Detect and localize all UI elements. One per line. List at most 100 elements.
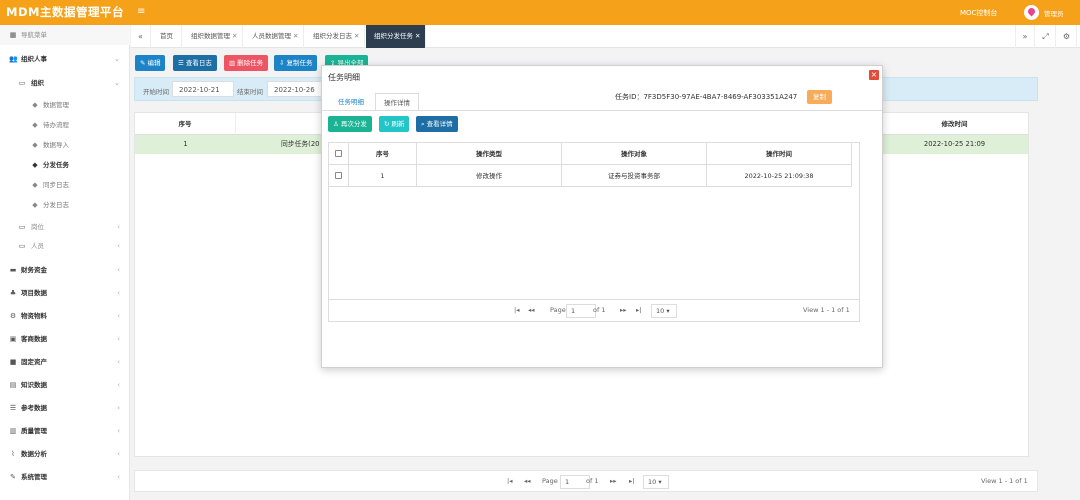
prev-page-icon[interactable]: ◂◂: [524, 477, 531, 485]
sidebar-item-fixed-asset[interactable]: ■ 固定资产 ‹: [0, 352, 130, 372]
row-checkbox[interactable]: [335, 172, 342, 179]
grid-icon: ▦: [9, 31, 17, 39]
page-input[interactable]: 1: [566, 304, 596, 318]
last-page-icon[interactable]: ▸|: [636, 306, 641, 314]
view-log-button[interactable]: ☰ 查看日志: [173, 55, 217, 71]
end-time-input[interactable]: 2022-10-26: [267, 81, 329, 97]
next-page-icon[interactable]: ▸▸: [610, 477, 617, 485]
page-size-select[interactable]: 10 ▾: [651, 304, 677, 318]
tab-task-detail[interactable]: 任务明细: [330, 93, 372, 111]
prev-page-icon[interactable]: ◂◂: [528, 306, 535, 314]
sidebar-item-finance[interactable]: ▬ 财务资金 ‹: [0, 260, 130, 280]
sidebar-item-data-import[interactable]: ◆ 数据导入: [0, 135, 130, 155]
copy-button[interactable]: 复制: [807, 90, 832, 104]
tab-org-dispatch-task[interactable]: 组织分发任务 ✕: [366, 25, 426, 48]
sidebar-item-pending-flow[interactable]: ◆ 待办流程: [0, 115, 130, 135]
chevron-left-icon: ‹: [117, 289, 120, 297]
tabs-next-icon[interactable]: »: [1015, 25, 1035, 48]
row-modified: 2022-10-25 21:09: [923, 140, 986, 148]
column-header-name: [236, 113, 322, 135]
book-icon: ▤: [9, 381, 17, 389]
refresh-icon: ↻: [384, 120, 390, 128]
chevron-left-icon: ‹: [117, 427, 120, 435]
sidebar-item-material[interactable]: ⚙ 物资物料 ‹: [0, 306, 130, 326]
row-select-cell: [329, 165, 349, 187]
page-size-select[interactable]: 10 ▾: [643, 475, 669, 489]
avatar[interactable]: [1024, 5, 1039, 20]
close-icon[interactable]: ✕: [415, 32, 420, 40]
sidebar-item-dispatch-task[interactable]: ◆ 分发任务: [0, 155, 130, 175]
search-icon: ⌕: [421, 120, 425, 128]
sidebar-item-post[interactable]: ▭ 岗位 ‹: [0, 217, 130, 237]
tag-icon: ◆: [32, 161, 38, 169]
column-header-op-time: 操作时间: [707, 143, 852, 165]
close-icon[interactable]: ✕: [293, 32, 298, 40]
view-detail-button[interactable]: ⌕ 查看详情: [416, 116, 458, 132]
select-all-checkbox[interactable]: [335, 150, 342, 157]
sidebar-item-knowledge[interactable]: ▤ 知识数据 ‹: [0, 375, 130, 395]
row-op-type: 修改操作: [417, 165, 562, 187]
folder-icon: ▭: [18, 223, 26, 231]
chevron-left-icon: ‹: [117, 266, 120, 274]
trash-icon: ▥: [229, 59, 236, 67]
sidebar-item-customer[interactable]: ▣ 客商数据 ‹: [0, 329, 130, 349]
last-page-icon[interactable]: ▸|: [629, 477, 634, 485]
start-time-input[interactable]: 2022-10-21: [172, 81, 234, 97]
first-page-icon[interactable]: |◂: [507, 477, 512, 485]
fullscreen-icon[interactable]: ⤢: [1036, 25, 1056, 48]
menu-toggle-icon[interactable]: ≡: [137, 6, 145, 17]
column-header-index: 序号: [349, 143, 417, 165]
task-detail-modal: 任务明细 × 任务明细 操作详情 任务ID：7F3D5F30-97AE-4BA7…: [321, 65, 883, 368]
column-header-index: 序号: [135, 113, 236, 135]
top-bar: MDM主数据管理平台 ≡ MOC控制台 管理员: [0, 0, 1080, 25]
sidebar: ▦ 导航菜单 👥 组织人事 ⌄ ▭ 组织 ⌄ ◆ 数据管理 ◆ 待办流程 ◆ 数…: [0, 25, 130, 500]
tag-icon: ◆: [32, 201, 38, 209]
users-icon: 👥: [9, 55, 18, 63]
customer-icon: ▣: [9, 335, 17, 343]
edit-button[interactable]: ✎ 编辑: [135, 55, 166, 71]
sidebar-item-quality[interactable]: ▥ 质量管理 ‹: [0, 421, 130, 441]
tab-operation-detail[interactable]: 操作详情: [375, 93, 419, 111]
close-icon[interactable]: ×: [869, 70, 879, 80]
sidebar-item-analysis[interactable]: ⌇ 数据分析 ‹: [0, 444, 130, 464]
card-icon: ▬: [9, 266, 17, 274]
gear-icon[interactable]: ⚙: [1057, 25, 1077, 48]
view-count: View 1 - 1 of 1: [803, 306, 850, 314]
app-brand: MDM主数据管理平台: [6, 5, 124, 19]
moc-console-link[interactable]: MOC控制台: [960, 8, 997, 18]
sidebar-item-reference[interactable]: ☰ 参考数据 ‹: [0, 398, 130, 418]
sidebar-item-system[interactable]: ✎ 系统管理 ‹: [0, 467, 130, 487]
chevron-left-icon: ‹: [117, 223, 120, 231]
tab-home[interactable]: 首页: [152, 25, 182, 48]
sidebar-item-project[interactable]: ♣ 项目数据 ‹: [0, 283, 130, 303]
first-page-icon[interactable]: |◂: [514, 306, 519, 314]
user-name[interactable]: 管理员: [1044, 8, 1064, 18]
chevron-left-icon: ‹: [117, 381, 120, 389]
chevron-left-icon: ‹: [117, 312, 120, 320]
tabs-prev-icon[interactable]: «: [131, 25, 151, 48]
tab-org-data[interactable]: 组织数据管理 ✕: [183, 25, 243, 48]
refresh-button[interactable]: ↻ 刷新: [379, 116, 410, 132]
layers-icon: ▥: [9, 427, 17, 435]
tab-staff-data[interactable]: 人员数据管理 ✕: [244, 25, 304, 48]
row-name: 同步任务(20: [281, 140, 320, 148]
sidebar-item-dispatch-log[interactable]: ◆ 分发日志: [0, 195, 130, 215]
chevron-down-icon: ⌄: [114, 55, 120, 63]
tab-divider: [322, 110, 882, 111]
pager: |◂ ◂◂ Page 1 of 1 ▸▸ ▸| 10 ▾ View 1 - 1 …: [134, 470, 1038, 492]
sidebar-item-org[interactable]: ▭ 组织 ⌄: [0, 73, 130, 93]
delete-task-button[interactable]: ▥ 删除任务: [224, 55, 269, 71]
close-icon[interactable]: ✕: [354, 32, 359, 40]
sidebar-item-staff[interactable]: ▭ 人员 ‹: [0, 236, 130, 256]
copy-task-button[interactable]: ⇩ 复制任务: [274, 55, 318, 71]
sidebar-item-data-manage[interactable]: ◆ 数据管理: [0, 95, 130, 115]
sidebar-item-sync-log[interactable]: ◆ 同步日志: [0, 175, 130, 195]
redistribute-button[interactable]: ♙ 再次分发: [328, 116, 372, 132]
tab-org-dispatch-log[interactable]: 组织分发日志 ✕: [305, 25, 365, 48]
chevron-left-icon: ‹: [117, 450, 120, 458]
sidebar-item-org-hr[interactable]: 👥 组织人事 ⌄: [0, 49, 130, 69]
close-icon[interactable]: ✕: [232, 32, 237, 40]
row-index: 1: [349, 165, 417, 187]
asset-icon: ■: [9, 358, 17, 366]
next-page-icon[interactable]: ▸▸: [620, 306, 627, 314]
